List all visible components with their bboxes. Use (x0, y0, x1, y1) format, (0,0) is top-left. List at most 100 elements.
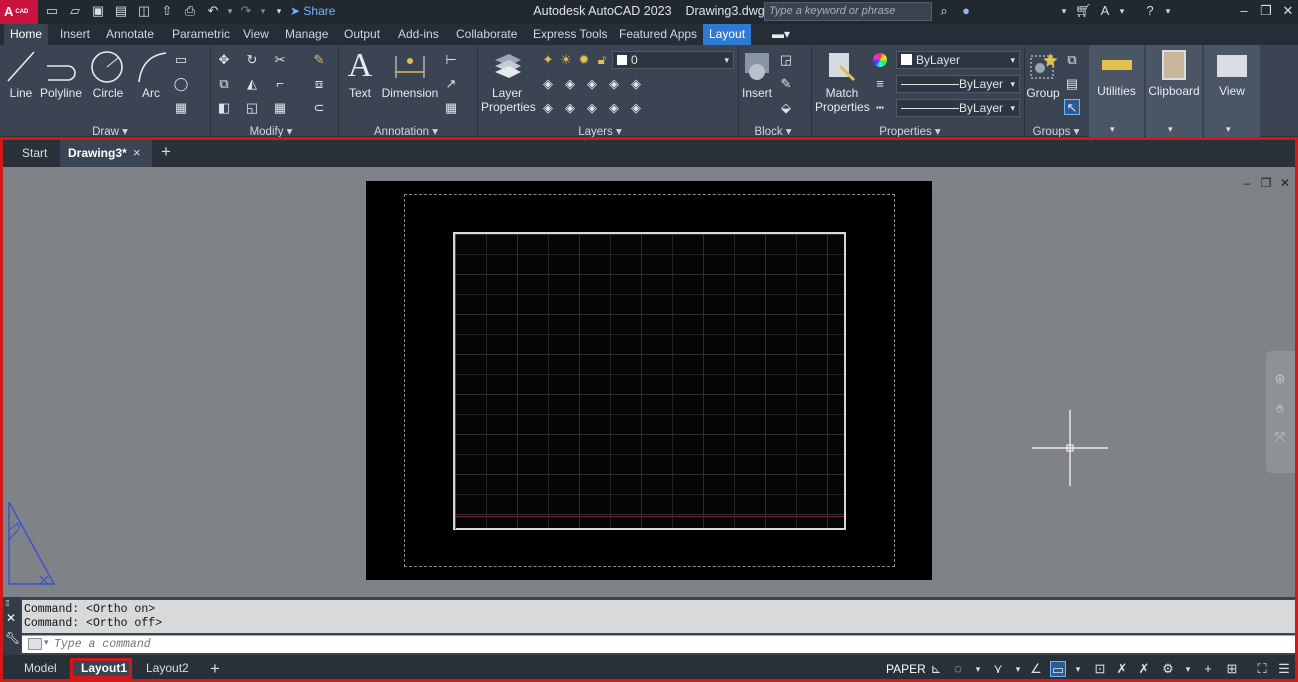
layer-properties-icon[interactable] (491, 50, 525, 82)
new-tab-button[interactable]: + (161, 142, 171, 162)
polyline-button-label[interactable]: Polyline (38, 86, 84, 100)
view-dropdown-icon[interactable]: ▾ (1226, 124, 1231, 135)
line-icon[interactable] (6, 49, 36, 83)
layer-tool-8-icon[interactable]: ◈ (584, 100, 600, 116)
annotation-panel-label[interactable]: Annotation ▾ (366, 124, 446, 138)
text-button-label[interactable]: Text (343, 86, 377, 100)
web-mobile-icon[interactable]: ◫ (136, 3, 152, 19)
redo-dropdown-icon[interactable]: ▾ (255, 3, 271, 19)
close-tab-icon[interactable]: × (133, 145, 141, 160)
customization-menu-icon[interactable]: ☰ (1276, 661, 1292, 677)
tab-model[interactable]: Model (16, 658, 65, 679)
polar-dropdown-icon[interactable]: ▾ (970, 661, 986, 677)
groups-panel-label[interactable]: Groups ▾ (1026, 124, 1086, 138)
group-button-label[interactable]: Group (1024, 86, 1062, 100)
tab-home[interactable]: Home (4, 24, 49, 45)
help-dropdown-icon[interactable]: ▾ (1160, 3, 1176, 19)
user-account-icon[interactable]: ● (958, 3, 974, 19)
recent-commands-dropdown-icon[interactable]: ▾ (44, 637, 49, 648)
tab-collaborate[interactable]: Collaborate (450, 24, 523, 45)
layer-tool-1-icon[interactable]: ◈ (540, 76, 556, 92)
create-block-icon[interactable]: ◲ (778, 52, 794, 68)
tab-layout[interactable]: Layout (703, 24, 752, 45)
linetype-icon[interactable]: ┅ (872, 100, 888, 116)
redo-icon[interactable]: ↷ (238, 3, 254, 19)
tab-insert[interactable]: Insert (54, 24, 96, 45)
autodesk-dropdown-icon[interactable]: ▾ (1114, 3, 1130, 19)
save-icon[interactable]: ▣ (90, 3, 106, 19)
draw-panel-label[interactable]: Draw ▾ (80, 124, 140, 138)
tab-annotate[interactable]: Annotate (100, 24, 160, 45)
layer-tool-3-icon[interactable]: ◈ (584, 76, 600, 92)
tab-manage[interactable]: Manage (279, 24, 334, 45)
zoom-extents-icon[interactable]: ⤧ (1272, 429, 1288, 445)
object-snap-tracking-icon[interactable]: ∠ (1028, 661, 1044, 677)
tab-parametric[interactable]: Parametric (166, 24, 236, 45)
restore-icon[interactable]: ❐ (1258, 3, 1274, 19)
clean-screen-icon[interactable]: ⛶ (1254, 661, 1270, 677)
isodraft-dropdown-icon[interactable]: ▾ (1010, 661, 1026, 677)
edit-block-icon[interactable]: ✎ (778, 76, 794, 92)
pan-icon[interactable]: ✋︎ (1272, 401, 1288, 417)
lineweight-icon[interactable]: ≡ (872, 76, 888, 92)
search-icon[interactable]: ⌕ (936, 3, 952, 19)
fillet-icon[interactable]: ⌐ (272, 76, 288, 92)
layer-tool-7-icon[interactable]: ◈ (562, 100, 578, 116)
tab-view[interactable]: View (237, 24, 275, 45)
layout-viewport[interactable] (453, 232, 846, 530)
new-file-icon[interactable]: ▭ (44, 3, 60, 19)
selection-dropdown-icon[interactable]: ▾ (1070, 661, 1086, 677)
block-panel-label[interactable]: Block ▾ (746, 124, 800, 138)
modify-panel-label[interactable]: Modify ▾ (236, 124, 306, 138)
utilities-label[interactable]: Utilities (1089, 84, 1144, 98)
grid-icon[interactable]: ⊾ (928, 661, 944, 677)
workspace-gear-icon[interactable]: ⚙ (1160, 661, 1176, 677)
text-icon[interactable]: A (345, 48, 375, 84)
tab-express-tools[interactable]: Express Tools (527, 24, 613, 45)
customize-toolbar-icon[interactable]: ▾ (271, 3, 287, 19)
group-edit-icon[interactable]: ▤ (1064, 76, 1080, 92)
scale-icon[interactable]: ◱ (244, 100, 260, 116)
clipboard-dropdown-icon[interactable]: ▾ (1168, 124, 1173, 135)
undo-icon[interactable]: ↶ (205, 3, 221, 19)
layer-on-icon[interactable]: ✦ (540, 52, 556, 68)
store-icon[interactable]: 🛒︎ (1075, 3, 1092, 19)
boundary-icon[interactable]: ▦ (173, 100, 189, 116)
utilities-dropdown-icon[interactable]: ▾ (1110, 124, 1115, 135)
copy-icon[interactable]: ⧉ (216, 76, 232, 92)
arc-button-label[interactable]: Arc (136, 86, 166, 100)
isolate-objects-icon[interactable]: ⊞ (1224, 661, 1240, 677)
clipboard-label[interactable]: Clipboard (1146, 84, 1202, 98)
layer-tool-4-icon[interactable]: ◈ (606, 76, 622, 92)
multileader-icon[interactable]: ↗ (443, 76, 459, 92)
insert-block-icon[interactable] (742, 50, 772, 82)
add-layout-button[interactable]: + (202, 658, 228, 679)
polyline-icon[interactable] (44, 52, 78, 82)
match-properties-label[interactable]: Match Properties (815, 86, 870, 114)
close-command-line-icon[interactable]: ✕ (6, 611, 16, 625)
tab-output[interactable]: Output (338, 24, 386, 45)
open-file-icon[interactable]: ▱ (67, 3, 83, 19)
annotation-scale-icon[interactable]: ⊡ (1092, 661, 1108, 677)
layer-freeze-icon[interactable]: ☀ (558, 52, 574, 68)
linetype-dropdown[interactable]: ByLayer ▾ (896, 99, 1020, 117)
search-input[interactable]: Type a keyword or phrase (764, 2, 932, 21)
table-icon[interactable]: ▦ (443, 100, 459, 116)
recent-commands-icon[interactable] (28, 638, 42, 650)
full-navigation-wheel-icon[interactable]: ⊛ (1272, 371, 1288, 387)
layers-panel-label[interactable]: Layers ▾ (570, 124, 630, 138)
canvas-restore-icon[interactable]: ❐ (1259, 176, 1273, 190)
command-input-bar[interactable]: ▾ (22, 635, 1295, 653)
tab-start[interactable]: Start (22, 146, 47, 160)
move-icon[interactable]: ✥ (216, 52, 232, 68)
paper-space-toggle[interactable]: PAPER (886, 662, 926, 676)
publish-icon[interactable]: ⇧ (159, 3, 175, 19)
canvas-close-icon[interactable]: ✕ (1278, 176, 1292, 190)
erase-icon[interactable]: ✎ (311, 52, 327, 68)
help-icon[interactable]: ? (1142, 3, 1158, 19)
annotation-monitor-icon[interactable]: + (1200, 661, 1216, 677)
attribute-icon[interactable]: ⬙ (778, 100, 794, 116)
circle-button-label[interactable]: Circle (88, 86, 128, 100)
properties-panel-label[interactable]: Properties ▾ (870, 124, 950, 138)
isodraft-icon[interactable]: ⋎ (990, 661, 1006, 677)
